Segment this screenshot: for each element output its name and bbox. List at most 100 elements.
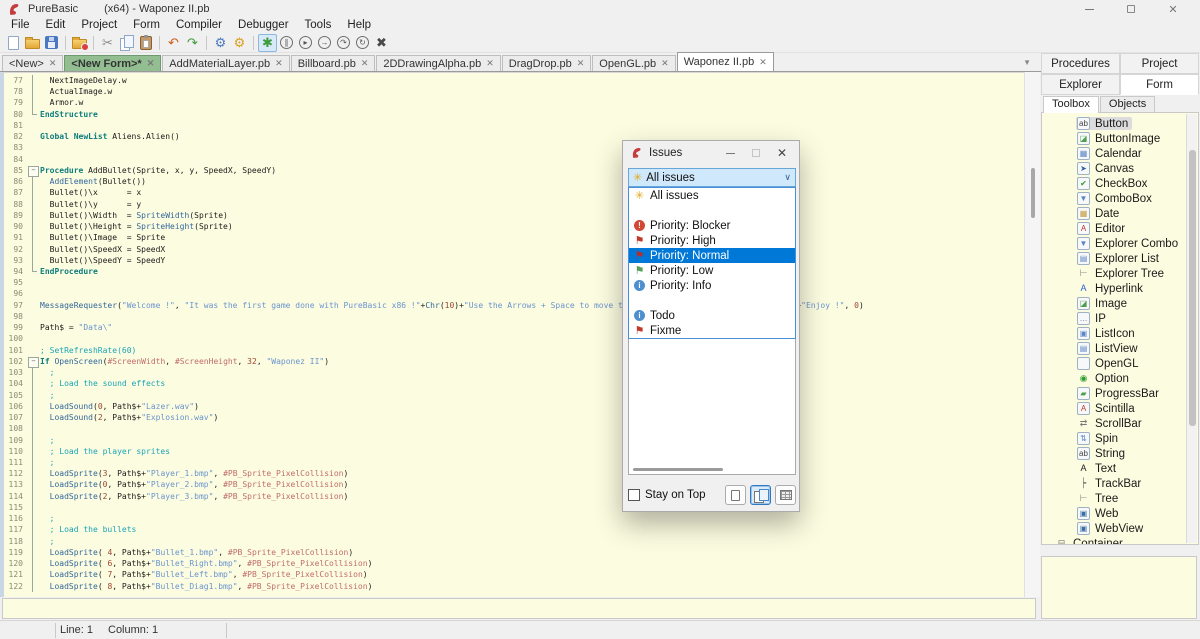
fold-marker[interactable] xyxy=(26,356,40,367)
code-line[interactable]: 96 xyxy=(4,288,1024,299)
line-number[interactable]: 108 xyxy=(4,423,26,434)
code-line[interactable]: 119 LoadSprite( 4, Path$+"Bullet_1.bmp",… xyxy=(4,547,1024,558)
editor-scrollbar-thumb[interactable] xyxy=(1031,168,1035,218)
line-number[interactable]: 77 xyxy=(4,75,26,86)
line-number[interactable]: 119 xyxy=(4,547,26,558)
toolbox-item-tree[interactable]: ⊢Tree xyxy=(1042,491,1198,506)
code-line[interactable]: 86 AddElement(Bullet()) xyxy=(4,176,1024,187)
issues-filter-combobox[interactable]: ✳ All issues ∨ xyxy=(628,168,796,187)
code-line[interactable]: 103 ; xyxy=(4,367,1024,378)
line-number[interactable]: 92 xyxy=(4,244,26,255)
code-line[interactable]: 82Global NewList Aliens.Alien() xyxy=(4,131,1024,142)
line-number[interactable]: 104 xyxy=(4,378,26,389)
toolbox-item-calendar[interactable]: ▦Calendar xyxy=(1042,146,1198,161)
run-icon[interactable]: ▸ xyxy=(296,34,315,52)
line-number[interactable]: 112 xyxy=(4,468,26,479)
menu-item-edit[interactable]: Edit xyxy=(38,18,74,33)
fold-marker[interactable] xyxy=(26,266,40,277)
issues-filter-option-blank[interactable] xyxy=(629,203,795,218)
issues-filter-option-priority-high[interactable]: ⚑Priority: High xyxy=(629,233,795,248)
toolbox-item-scrollbar[interactable]: ⇄ScrollBar xyxy=(1042,416,1198,431)
fold-marker[interactable] xyxy=(26,210,40,221)
issues-filter-option-priority-normal[interactable]: ⚑Priority: Normal xyxy=(629,248,795,263)
fold-marker[interactable] xyxy=(26,446,40,457)
line-number[interactable]: 78 xyxy=(4,86,26,97)
undo-icon[interactable]: ↶ xyxy=(164,34,183,52)
code-line[interactable]: 101; SetRefreshRate(60) xyxy=(4,345,1024,356)
code-line[interactable]: 95 xyxy=(4,277,1024,288)
code-line[interactable]: 81 xyxy=(4,120,1024,131)
line-number[interactable]: 87 xyxy=(4,187,26,198)
toolbox-item-webview[interactable]: ▣WebView xyxy=(1042,521,1198,536)
code-line[interactable]: 91 Bullet()\Image = Sprite xyxy=(4,232,1024,243)
code-line[interactable]: 77 NextImageDelay.w xyxy=(4,75,1024,86)
fold-marker[interactable] xyxy=(26,97,40,108)
fold-marker[interactable] xyxy=(26,412,40,423)
fold-marker[interactable] xyxy=(26,401,40,412)
code-line[interactable]: 99Path$ = "Data\" xyxy=(4,322,1024,333)
close-tab-icon[interactable]: ✕ xyxy=(49,58,57,69)
line-number[interactable]: 98 xyxy=(4,311,26,322)
debugger-toggle-icon[interactable]: ✱ xyxy=(258,34,277,52)
toolbox-scrollbar-thumb[interactable] xyxy=(1189,150,1196,426)
fold-marker[interactable] xyxy=(26,423,40,434)
code-line[interactable]: 122 LoadSprite( 8, Path$+"Bullet_Diag1.b… xyxy=(4,581,1024,592)
code-line[interactable]: 115 xyxy=(4,502,1024,513)
code-line[interactable]: 113 LoadSprite(0, Path$+"Player_2.bmp", … xyxy=(4,479,1024,490)
issues-filter-option-priority-blocker[interactable]: !Priority: Blocker xyxy=(629,218,795,233)
code-line[interactable]: 102If OpenScreen(#ScreenWidth, #ScreenHe… xyxy=(4,356,1024,367)
issues-filter-option-fixme[interactable]: ⚑Fixme xyxy=(629,323,795,338)
line-number[interactable]: 110 xyxy=(4,446,26,457)
fold-marker[interactable] xyxy=(26,491,40,502)
toolbox-item-string[interactable]: abString xyxy=(1042,446,1198,461)
toolbox-item-progressbar[interactable]: ▰ProgressBar xyxy=(1042,386,1198,401)
toolbox-item-explorer-list[interactable]: ▤Explorer List xyxy=(1042,251,1198,266)
panel-tab-toolbox[interactable]: Toolbox xyxy=(1043,96,1099,113)
grid-view-button[interactable] xyxy=(775,485,796,505)
editor-tab-addmateriallayer-pb[interactable]: AddMaterialLayer.pb✕ xyxy=(162,55,289,71)
toolbox-item-button[interactable]: abButton xyxy=(1042,116,1198,131)
line-number[interactable]: 86 xyxy=(4,176,26,187)
line-number[interactable]: 122 xyxy=(4,581,26,592)
code-line[interactable]: 109 ; xyxy=(4,435,1024,446)
toolbox-item-opengl[interactable]: OpenGL xyxy=(1042,356,1198,371)
issues-filter-option-priority-low[interactable]: ⚑Priority: Low xyxy=(629,263,795,278)
line-number[interactable]: 117 xyxy=(4,524,26,535)
fold-marker[interactable] xyxy=(26,75,40,86)
fold-marker[interactable] xyxy=(26,86,40,97)
fold-marker[interactable] xyxy=(26,255,40,266)
compiler-options-icon[interactable]: ⚙ xyxy=(230,34,249,52)
pause-icon[interactable]: ∥ xyxy=(277,34,296,52)
code-line[interactable]: 79 Armor.w xyxy=(4,97,1024,108)
toolbox-scrollbar[interactable] xyxy=(1186,114,1197,543)
fold-marker[interactable] xyxy=(26,109,40,120)
line-number[interactable]: 114 xyxy=(4,491,26,502)
toolbox-item-checkbox[interactable]: ✔CheckBox xyxy=(1042,176,1198,191)
line-number[interactable]: 115 xyxy=(4,502,26,513)
line-number[interactable]: 84 xyxy=(4,154,26,165)
close-button[interactable]: ✕ xyxy=(1152,0,1194,18)
fold-marker[interactable] xyxy=(26,468,40,479)
line-number[interactable]: 107 xyxy=(4,412,26,423)
editor-tab-2ddrawingalpha-pb[interactable]: 2DDrawingAlpha.pb✕ xyxy=(376,55,500,71)
line-number[interactable]: 93 xyxy=(4,255,26,266)
menu-item-help[interactable]: Help xyxy=(339,18,379,33)
line-number[interactable]: 88 xyxy=(4,199,26,210)
code-line[interactable]: 117 ; Load the bullets xyxy=(4,524,1024,535)
line-number[interactable]: 111 xyxy=(4,457,26,468)
code-line[interactable]: 121 LoadSprite( 7, Path$+"Bullet_Left.bm… xyxy=(4,569,1024,580)
issues-filter-option-all-issues[interactable]: ✳All issues xyxy=(629,188,795,203)
line-number[interactable]: 94 xyxy=(4,266,26,277)
editor-tab-new-form[interactable]: <New Form>*✕ xyxy=(64,55,161,71)
toolbox-item-option[interactable]: ◉Option xyxy=(1042,371,1198,386)
line-number[interactable]: 89 xyxy=(4,210,26,221)
single-page-view-button[interactable] xyxy=(725,485,746,505)
line-number[interactable]: 90 xyxy=(4,221,26,232)
line-number[interactable]: 96 xyxy=(4,288,26,299)
close-tab-icon[interactable]: ✕ xyxy=(361,58,369,69)
line-number[interactable]: 83 xyxy=(4,142,26,153)
line-number[interactable]: 79 xyxy=(4,97,26,108)
fold-marker[interactable] xyxy=(26,176,40,187)
save-file-icon[interactable] xyxy=(42,34,61,52)
code-line[interactable]: 94EndProcedure xyxy=(4,266,1024,277)
